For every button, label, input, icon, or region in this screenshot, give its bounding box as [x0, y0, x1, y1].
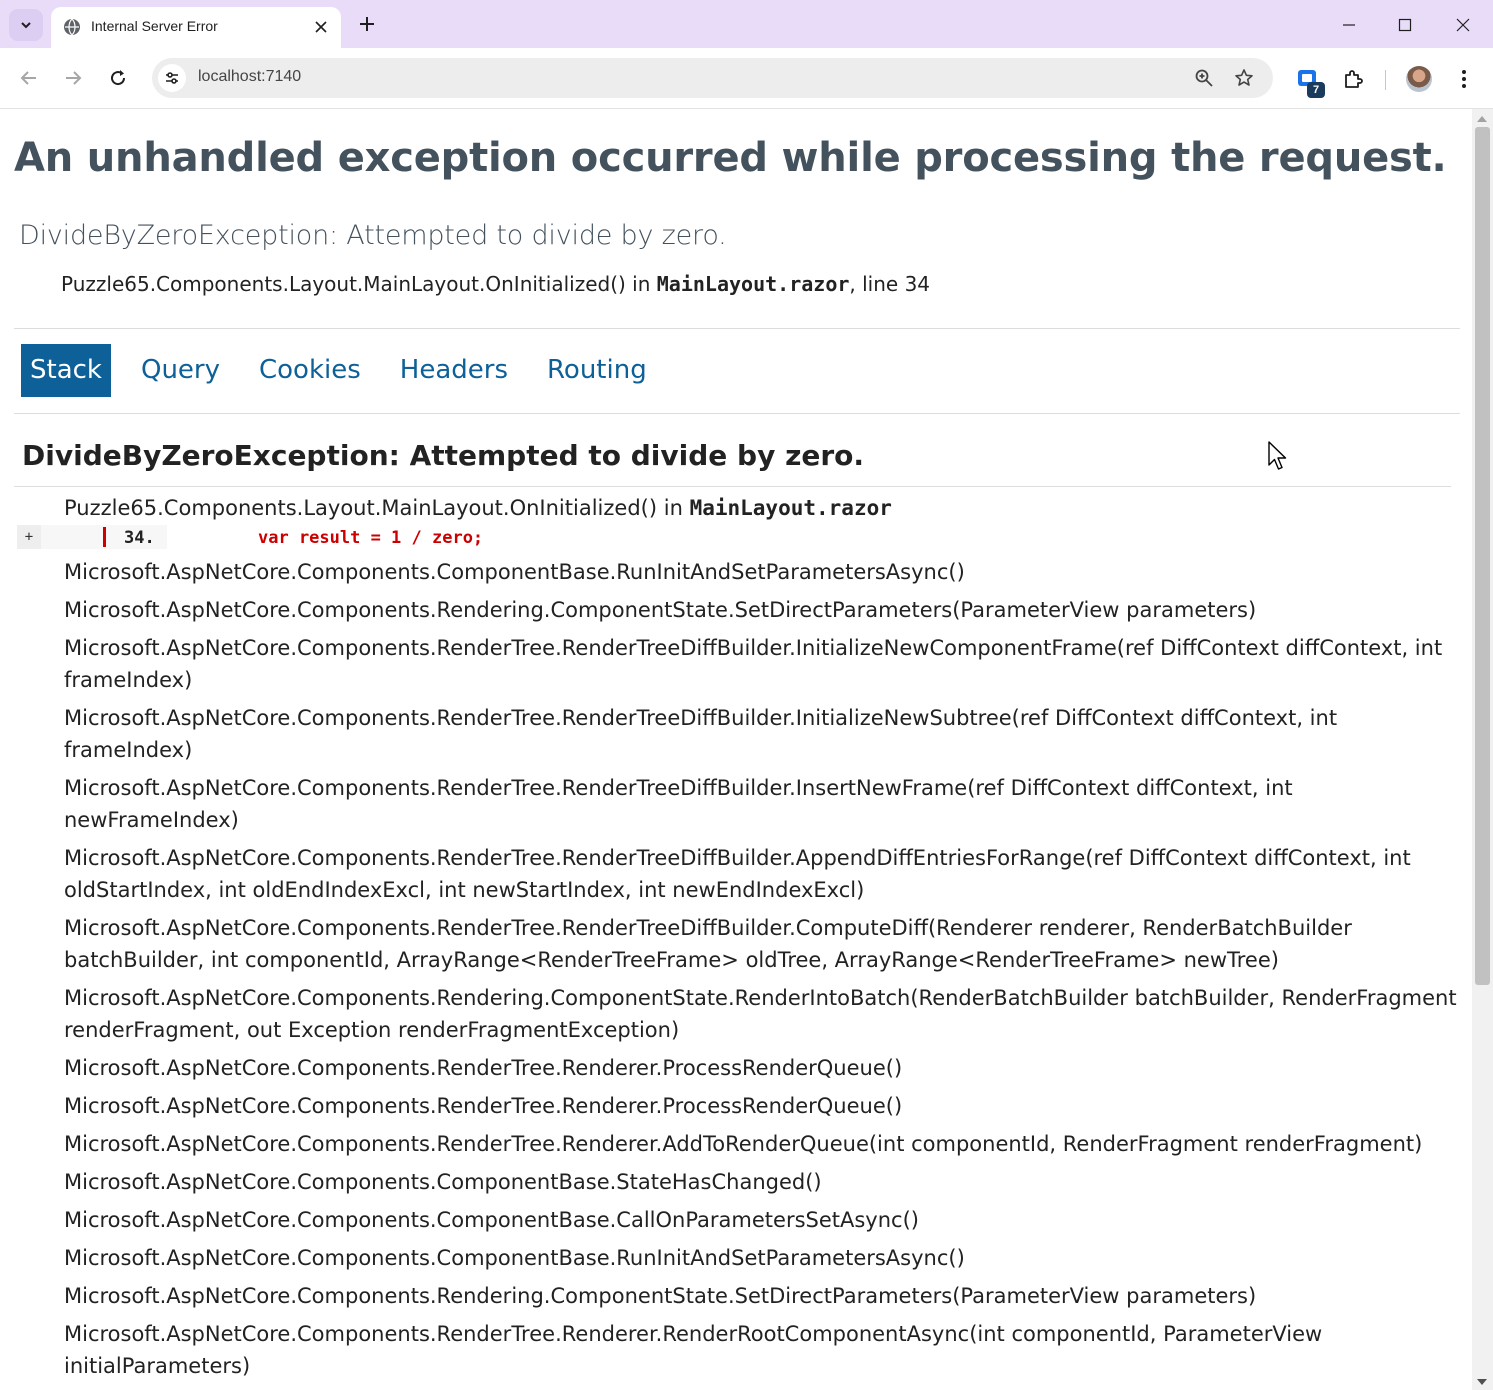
- address-bar[interactable]: localhost:7140: [152, 58, 1273, 98]
- frame-file: MainLayout.razor: [689, 496, 892, 520]
- stack-frame: Microsoft.AspNetCore.Components.RenderTr…: [64, 636, 1443, 692]
- tune-icon: [166, 72, 178, 84]
- source-code-text: var result = 1 / zero;: [258, 528, 484, 548]
- divider: [14, 413, 1460, 414]
- line-number: 34.: [124, 528, 155, 548]
- tab-routing[interactable]: Routing: [538, 344, 656, 397]
- chevron-down-icon: [21, 22, 31, 29]
- stack-frame: Microsoft.AspNetCore.Components.RenderTr…: [64, 1056, 903, 1080]
- exception-summary: DivideByZeroException: Attempted to divi…: [19, 220, 727, 251]
- location-file: MainLayout.razor: [656, 272, 850, 296]
- stack-frame: Microsoft.AspNetCore.Components.Renderin…: [64, 598, 1257, 622]
- close-tab-icon[interactable]: [311, 17, 331, 37]
- stack-frame: Microsoft.AspNetCore.Components.RenderTr…: [64, 846, 1411, 902]
- scroll-down-arrow-icon[interactable]: [1477, 1379, 1487, 1385]
- scrollbar-thumb[interactable]: [1475, 127, 1490, 985]
- extension-count-badge: 7: [1307, 82, 1325, 98]
- divider: [14, 328, 1460, 329]
- location-line: , line 34: [849, 272, 931, 296]
- stack-frame-list: Microsoft.AspNetCore.Components.Componen…: [64, 556, 1464, 1388]
- close-icon: [1456, 18, 1470, 32]
- stack-frame: Microsoft.AspNetCore.Components.RenderTr…: [64, 1094, 903, 1118]
- maximize-icon: [1398, 18, 1412, 32]
- mouse-cursor-icon: [1268, 441, 1287, 470]
- tab-headers[interactable]: Headers: [391, 344, 517, 397]
- stack-frame: Microsoft.AspNetCore.Components.Componen…: [64, 560, 965, 584]
- reload-button[interactable]: [105, 65, 131, 91]
- browser-menu-button[interactable]: [1450, 65, 1478, 93]
- error-tabs: Stack Query Cookies Headers Routing: [21, 344, 677, 397]
- url-text[interactable]: localhost:7140: [198, 68, 301, 86]
- reload-icon: [111, 70, 126, 86]
- arrow-right-icon: [66, 71, 82, 85]
- tab-cookies[interactable]: Cookies: [250, 344, 370, 397]
- plus-icon: [360, 17, 374, 31]
- new-tab-button[interactable]: [356, 13, 378, 35]
- stack-trace: Puzzle65.Components.Layout.MainLayout.On…: [17, 492, 1464, 1378]
- error-page: An unhandled exception occurred while pr…: [0, 109, 1472, 1390]
- zoom-in-icon: [1195, 69, 1213, 87]
- scroll-up-arrow-icon[interactable]: [1477, 116, 1487, 122]
- stack-frame: Microsoft.AspNetCore.Components.RenderTr…: [64, 776, 1293, 832]
- location-in: in: [632, 272, 651, 296]
- profile-avatar[interactable]: [1406, 66, 1432, 92]
- zoom-button[interactable]: [1192, 66, 1216, 90]
- stack-frame: Microsoft.AspNetCore.Components.RenderTr…: [64, 1132, 1423, 1156]
- stack-exception-title: DivideByZeroException: Attempted to divi…: [22, 439, 865, 472]
- stack-frame: Microsoft.AspNetCore.Components.RenderTr…: [64, 706, 1338, 762]
- minimize-button[interactable]: [1336, 12, 1362, 38]
- source-code-line: var result = 1 / zero;: [167, 525, 1460, 549]
- exception-location: Puzzle65.Components.Layout.MainLayout.On…: [61, 272, 930, 296]
- bookmark-button[interactable]: [1232, 66, 1256, 90]
- tab-title: Internal Server Error: [91, 18, 218, 34]
- stack-frame: Microsoft.AspNetCore.Components.RenderTr…: [64, 1322, 1323, 1378]
- arrow-left-icon: [20, 71, 36, 85]
- stack-frame: Microsoft.AspNetCore.Components.Renderin…: [64, 1284, 1257, 1308]
- extensions-menu-button[interactable]: [1339, 65, 1367, 93]
- toolbar-divider: [1385, 70, 1386, 90]
- stack-frame: Microsoft.AspNetCore.Components.Renderin…: [64, 986, 1457, 1042]
- page-scrollbar[interactable]: [1472, 109, 1493, 1390]
- puzzle-piece-icon: [1345, 70, 1363, 88]
- browser-tab-strip: Internal Server Error: [0, 0, 1493, 48]
- tab-stack[interactable]: Stack: [21, 344, 111, 397]
- globe-icon: [64, 18, 80, 36]
- close-window-button[interactable]: [1450, 12, 1476, 38]
- stack-frame: Microsoft.AspNetCore.Components.RenderTr…: [64, 916, 1352, 972]
- page-heading: An unhandled exception occurred while pr…: [14, 135, 1447, 181]
- error-line-marker: [103, 527, 106, 547]
- forward-button[interactable]: [60, 65, 86, 91]
- tab-search-button[interactable]: [9, 9, 43, 41]
- frame-method: Puzzle65.Components.Layout.MainLayout.On…: [64, 496, 658, 520]
- location-method: Puzzle65.Components.Layout.MainLayout.On…: [61, 272, 626, 296]
- frame-in: in: [663, 496, 683, 520]
- stack-frame: Microsoft.AspNetCore.Components.Componen…: [64, 1208, 919, 1232]
- minimize-icon: [1343, 24, 1355, 26]
- browser-toolbar: localhost:7140: [0, 48, 1493, 109]
- browser-tab[interactable]: Internal Server Error: [51, 7, 341, 48]
- source-code-row: + 34. var result = 1 / zero;: [17, 525, 1460, 549]
- stack-frame: Microsoft.AspNetCore.Components.Componen…: [64, 1246, 965, 1270]
- tab-query[interactable]: Query: [132, 344, 229, 397]
- more-vertical-icon: [1462, 70, 1466, 88]
- expand-source-button[interactable]: +: [17, 525, 41, 549]
- star-icon: [1235, 69, 1253, 86]
- maximize-button[interactable]: [1392, 12, 1418, 38]
- site-info-button[interactable]: [158, 64, 186, 92]
- stack-frame: Microsoft.AspNetCore.Components.Componen…: [64, 1170, 822, 1194]
- stack-frame-source: Puzzle65.Components.Layout.MainLayout.On…: [64, 492, 1464, 524]
- back-button[interactable]: [16, 65, 42, 91]
- divider: [14, 486, 1451, 487]
